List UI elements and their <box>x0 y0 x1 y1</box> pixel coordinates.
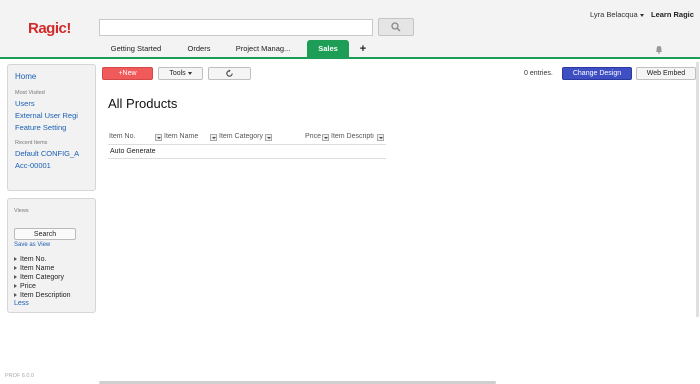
tab-getting-started[interactable]: Getting Started <box>101 40 171 58</box>
search-button[interactable] <box>378 18 414 36</box>
expand-arrow-icon <box>14 266 17 271</box>
column-header-price[interactable]: Price <box>274 133 321 143</box>
refresh-icon <box>226 69 233 77</box>
table-row[interactable]: Auto Generate <box>110 148 156 155</box>
sidebar-item-external-user[interactable]: External User Regi <box>15 111 78 120</box>
column-header-item-name[interactable]: Item Name <box>164 133 210 143</box>
tab-orders[interactable]: Orders <box>176 40 222 58</box>
sidebar-item-feature-setting[interactable]: Feature Setting <box>15 123 66 132</box>
field-filter-item-name[interactable]: Item Name <box>14 265 54 272</box>
vertical-scrollbar[interactable] <box>696 62 699 317</box>
global-search-input[interactable] <box>99 19 373 36</box>
tools-label: Tools <box>169 70 186 77</box>
less-link[interactable]: Less <box>14 300 29 307</box>
column-menu-icon[interactable] <box>377 134 384 141</box>
user-name-label: Lyra Belacqua <box>590 10 638 19</box>
new-record-button[interactable]: +New <box>102 67 153 80</box>
table-divider <box>108 158 386 159</box>
chevron-down-icon <box>639 13 644 17</box>
add-tab-button[interactable]: + <box>354 40 372 58</box>
recent-item-config[interactable]: Default CONFIG_A <box>15 149 79 158</box>
column-menu-icon[interactable] <box>322 134 329 141</box>
expand-arrow-icon <box>14 257 17 262</box>
field-filter-item-description[interactable]: Item Description <box>14 292 71 299</box>
views-search-button[interactable]: Search <box>14 228 76 240</box>
bell-icon[interactable] <box>655 45 663 54</box>
entries-count: 0 entries. <box>524 70 553 77</box>
tab-project-management[interactable]: Project Manag... <box>228 40 298 58</box>
search-icon <box>391 22 401 32</box>
top-header: Ragic! Lyra Belacqua Learn Ragic Getting… <box>0 0 700 59</box>
field-filter-item-category[interactable]: Item Category <box>14 274 64 281</box>
expand-arrow-icon <box>14 284 17 289</box>
column-header-item-no[interactable]: Item No. <box>109 133 155 143</box>
change-design-button[interactable]: Change Design <box>562 67 632 80</box>
page-title: All Products <box>108 96 178 111</box>
refresh-button[interactable] <box>208 67 251 80</box>
user-menu[interactable]: Lyra Belacqua <box>590 10 644 19</box>
most-visited-heading: Most Visited <box>15 90 45 96</box>
tools-menu-button[interactable]: Tools <box>158 67 203 80</box>
web-embed-button[interactable]: Web Embed <box>636 67 696 80</box>
table-divider <box>108 144 386 145</box>
views-heading: Views <box>14 208 29 214</box>
chevron-down-icon <box>187 71 192 75</box>
expand-arrow-icon <box>14 275 17 280</box>
column-menu-icon[interactable] <box>210 134 217 141</box>
recent-item-acc[interactable]: Acc-00001 <box>15 161 51 170</box>
sidebar-navigation-panel: Home Most Visited Users External User Re… <box>7 64 96 191</box>
expand-arrow-icon <box>14 293 17 298</box>
field-filter-price[interactable]: Price <box>14 283 36 290</box>
ragic-logo[interactable]: Ragic! <box>28 20 71 37</box>
column-header-item-description[interactable]: Item Descripti <box>331 133 376 143</box>
save-as-view-link[interactable]: Save as View <box>14 242 50 248</box>
version-label: PROF 6.0.0 <box>5 373 35 379</box>
recent-items-heading: Recent Items <box>15 140 48 146</box>
tab-sales[interactable]: Sales <box>307 40 349 59</box>
learn-ragic-link[interactable]: Learn Ragic <box>651 10 694 19</box>
column-header-item-category[interactable]: Item Category <box>219 133 265 143</box>
sidebar-item-users[interactable]: Users <box>15 99 35 108</box>
field-filter-item-no[interactable]: Item No. <box>14 256 46 263</box>
column-menu-icon[interactable] <box>155 134 162 141</box>
column-menu-icon[interactable] <box>265 134 272 141</box>
sidebar-home-link[interactable]: Home <box>15 72 36 81</box>
views-panel: Views Search Save as View Item No. Item … <box>7 198 96 313</box>
